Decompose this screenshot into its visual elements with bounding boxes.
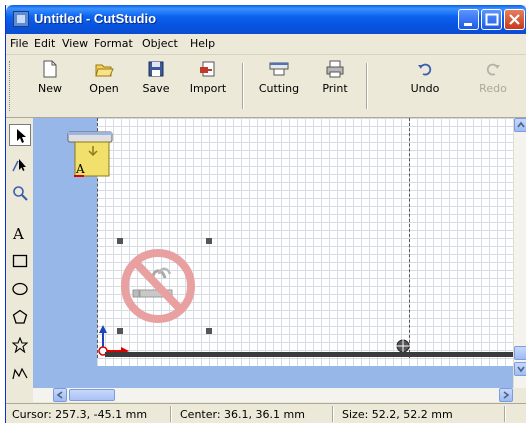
scroll-right-button[interactable] bbox=[499, 388, 513, 402]
ellipse-tool[interactable] bbox=[9, 278, 31, 300]
toolbar-grip[interactable] bbox=[9, 61, 13, 111]
undo-button[interactable]: Undo bbox=[408, 59, 442, 111]
redo-icon bbox=[486, 63, 500, 76]
menu-bar: File Edit View Format Object Help bbox=[6, 34, 526, 55]
toolbar-separator bbox=[242, 63, 244, 109]
status-separator bbox=[332, 406, 334, 422]
right-guide-line bbox=[409, 118, 410, 358]
window-title: Untitled - CutStudio bbox=[34, 11, 157, 26]
redo-label: Redo bbox=[479, 82, 507, 95]
redo-button[interactable]: Redo bbox=[476, 59, 510, 111]
status-bar: Cursor: 257.3, -45.1 mm Center: 36.1, 36… bbox=[6, 403, 526, 423]
zoom-tool[interactable] bbox=[9, 182, 31, 204]
cutting-button[interactable]: Cutting bbox=[256, 59, 302, 111]
star-tool[interactable] bbox=[9, 334, 31, 356]
rectangle-icon bbox=[12, 254, 28, 268]
cutter-icon bbox=[269, 62, 289, 76]
undo-label: Undo bbox=[410, 82, 440, 95]
app-window: Untitled - CutStudio File Edit View Form… bbox=[5, 5, 526, 423]
open-folder-icon bbox=[95, 64, 114, 77]
title-bar[interactable]: Untitled - CutStudio bbox=[6, 5, 526, 34]
status-cursor: Cursor: 257.3, -45.1 mm bbox=[12, 408, 148, 421]
undo-icon bbox=[418, 63, 432, 76]
main-toolbar: New Open Save Import Cutting Print Undo … bbox=[6, 55, 526, 118]
arrow-pointer-icon bbox=[17, 129, 26, 143]
floppy-disk-icon bbox=[148, 61, 164, 77]
printer-icon bbox=[326, 60, 344, 78]
menu-help[interactable]: Help bbox=[190, 37, 215, 50]
origin-marker[interactable] bbox=[93, 323, 133, 363]
cutting-margin-bottom bbox=[33, 366, 513, 388]
status-center: Center: 36.1, 36.1 mm bbox=[180, 408, 305, 421]
text-icon: A bbox=[12, 225, 24, 241]
text-tool[interactable]: A bbox=[9, 222, 31, 244]
scroll-thumb[interactable] bbox=[514, 346, 526, 360]
media-strip bbox=[105, 352, 513, 357]
scroll-down-button[interactable] bbox=[514, 362, 526, 376]
cutter-icon-letter: A bbox=[75, 162, 85, 176]
app-icon[interactable] bbox=[13, 11, 29, 27]
ellipse-icon bbox=[12, 282, 28, 296]
drawing-canvas[interactable]: A bbox=[33, 118, 513, 388]
cutting-label: Cutting bbox=[258, 82, 300, 95]
status-separator bbox=[504, 406, 506, 422]
star-icon bbox=[12, 337, 28, 353]
import-button[interactable]: Import bbox=[186, 59, 230, 111]
close-button[interactable] bbox=[504, 9, 525, 30]
print-label: Print bbox=[322, 82, 348, 95]
print-button[interactable]: Print bbox=[318, 59, 352, 111]
scroll-left-button[interactable] bbox=[53, 388, 67, 402]
chevron-left-icon bbox=[56, 391, 63, 399]
node-edit-icon bbox=[12, 159, 26, 172]
minimize-button[interactable] bbox=[458, 9, 479, 30]
new-label: New bbox=[38, 82, 62, 95]
toolbar-separator bbox=[366, 63, 368, 109]
magnifier-icon bbox=[13, 186, 28, 201]
freehand-tool[interactable] bbox=[9, 362, 31, 384]
open-label: Open bbox=[89, 82, 119, 95]
menu-object[interactable]: Object bbox=[142, 37, 178, 50]
polygon-tool[interactable] bbox=[9, 306, 31, 328]
open-button[interactable]: Open bbox=[84, 59, 124, 111]
scroll-up-button[interactable] bbox=[514, 118, 526, 132]
menu-format[interactable]: Format bbox=[94, 37, 133, 50]
menu-file[interactable]: File bbox=[10, 37, 28, 50]
chevron-right-icon bbox=[503, 391, 510, 399]
chevron-down-icon bbox=[517, 366, 525, 373]
new-document-icon bbox=[43, 60, 57, 78]
status-separator bbox=[170, 406, 172, 422]
menu-edit[interactable]: Edit bbox=[34, 37, 55, 50]
vertical-scrollbar[interactable] bbox=[513, 118, 526, 388]
tool-palette: A bbox=[6, 118, 32, 395]
save-button[interactable]: Save bbox=[138, 59, 174, 111]
maximize-button[interactable] bbox=[481, 9, 502, 30]
new-button[interactable]: New bbox=[32, 59, 68, 111]
freehand-line-icon bbox=[12, 367, 28, 380]
pentagon-icon bbox=[12, 309, 28, 324]
horizontal-scroll-thumb[interactable] bbox=[69, 389, 115, 401]
edit-points-tool[interactable] bbox=[9, 154, 31, 176]
menu-view[interactable]: View bbox=[62, 37, 88, 50]
text-tool-glyph: A bbox=[12, 225, 24, 241]
horizontal-scrollbar[interactable] bbox=[33, 388, 513, 402]
chevron-up-icon bbox=[517, 121, 525, 128]
save-label: Save bbox=[142, 82, 170, 95]
select-tool[interactable] bbox=[9, 124, 31, 146]
import-icon bbox=[200, 61, 215, 77]
status-size: Size: 52.2, 52.2 mm bbox=[342, 408, 453, 421]
rectangle-tool[interactable] bbox=[9, 250, 31, 272]
import-label: Import bbox=[189, 82, 227, 95]
cutter-machine-icon[interactable]: A bbox=[63, 126, 123, 186]
